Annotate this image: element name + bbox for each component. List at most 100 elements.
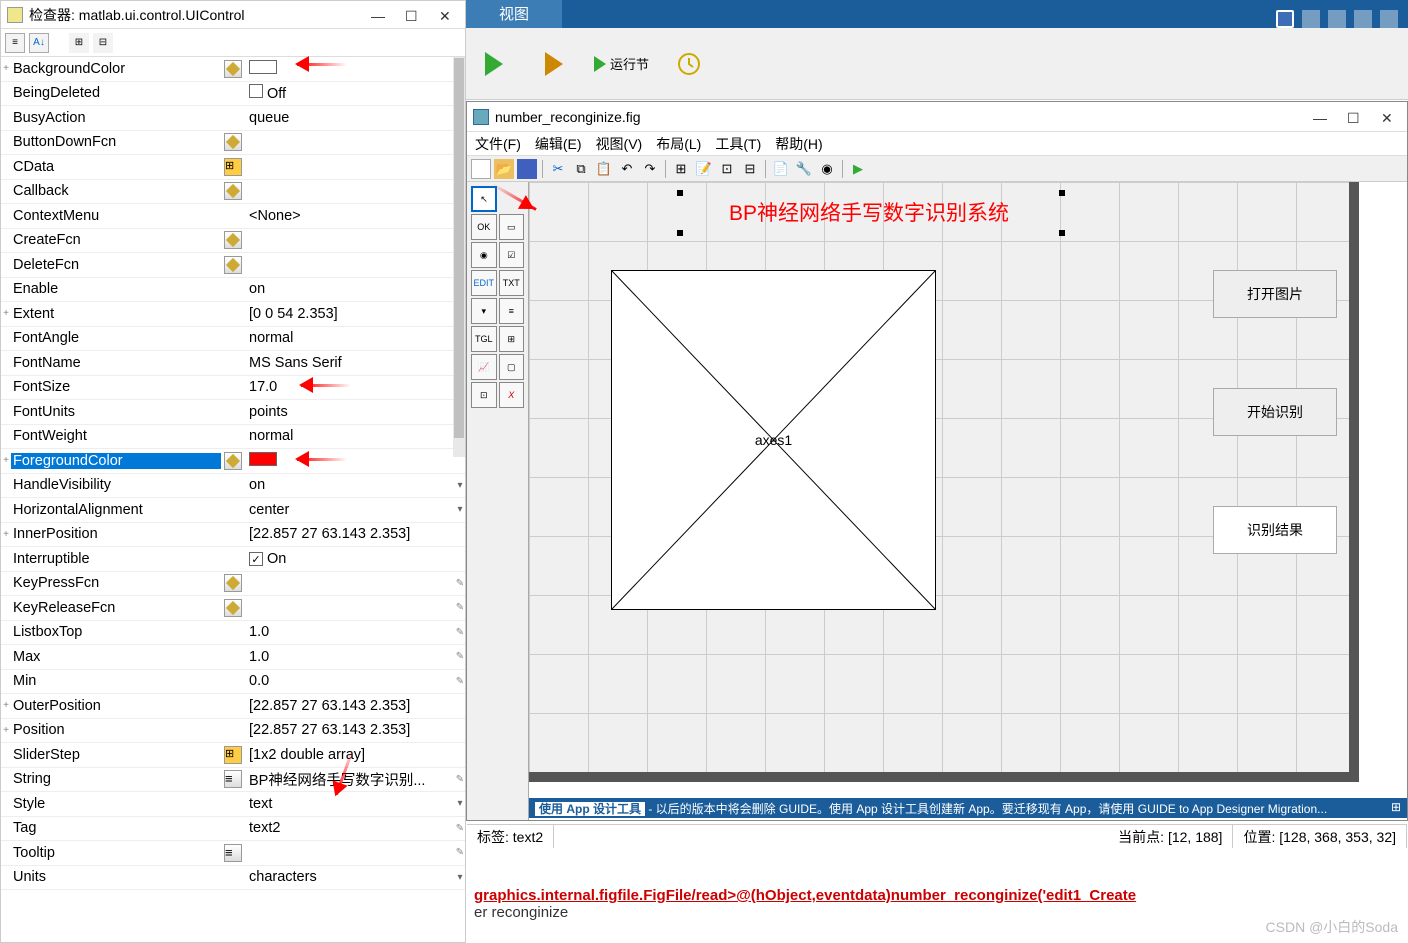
prop-value[interactable]: normal	[245, 330, 455, 346]
close-button[interactable]: ✕	[1381, 110, 1395, 124]
prop-row-keypressfcn[interactable]: KeyPressFcn✎	[1, 572, 465, 597]
copy-icon[interactable]	[1328, 10, 1346, 28]
prop-row-deletefcn[interactable]: DeleteFcn✎	[1, 253, 465, 278]
edit-pencil-icon[interactable]: ✎	[455, 578, 465, 589]
menu-layout[interactable]: 布局(L)	[656, 134, 701, 154]
prop-row-createfcn[interactable]: CreateFcn✎	[1, 229, 465, 254]
prop-row-position[interactable]: +Position[22.857 27 63.143 2.353]	[1, 719, 465, 744]
prop-value[interactable]: points	[245, 404, 455, 420]
pencil-icon[interactable]	[224, 574, 242, 592]
list-icon[interactable]: ≡	[224, 844, 242, 862]
result-edit[interactable]: 识别结果	[1213, 506, 1337, 554]
pencil-icon[interactable]	[224, 60, 242, 78]
edit-pencil-icon[interactable]: ✎	[455, 651, 465, 662]
prop-row-busyaction[interactable]: BusyActionqueue▾	[1, 106, 465, 131]
menu-editor-icon[interactable]: 📝	[694, 159, 714, 179]
prop-value[interactable]: characters	[245, 869, 455, 885]
radiobutton-tool[interactable]: ◉	[471, 242, 497, 268]
prop-row-outerposition[interactable]: +OuterPosition[22.857 27 63.143 2.353]	[1, 694, 465, 719]
alphabetize-icon[interactable]: A↓	[29, 33, 49, 53]
edit-pencil-icon[interactable]: ✎	[455, 627, 465, 638]
expand-toggle[interactable]: +	[1, 725, 11, 736]
expand-toggle[interactable]: +	[1, 455, 11, 466]
edit-pencil-icon[interactable]: ✎	[455, 676, 465, 687]
prop-value[interactable]: text2	[245, 820, 455, 836]
prop-row-enable[interactable]: Enableon▾	[1, 278, 465, 303]
togglebutton-tool[interactable]: TGL	[471, 326, 497, 352]
tab-view[interactable]: 视图	[466, 0, 562, 28]
grid-icon[interactable]: ⊞	[224, 746, 242, 764]
copy-icon[interactable]: ⧉	[571, 159, 591, 179]
prop-row-extent[interactable]: +Extent[0 0 54 2.353]	[1, 302, 465, 327]
minimize-button[interactable]: —	[1313, 110, 1327, 124]
checkbox[interactable]	[249, 84, 263, 98]
prop-row-cdata[interactable]: CData⊞✎	[1, 155, 465, 180]
prop-row-contextmenu[interactable]: ContextMenu<None>▾	[1, 204, 465, 229]
paste-icon[interactable]: 📋	[594, 159, 614, 179]
menu-view[interactable]: 视图(V)	[596, 134, 643, 154]
prop-row-fontsize[interactable]: FontSize17.0✎	[1, 376, 465, 401]
dropdown-arrow-icon[interactable]: ▾	[455, 872, 465, 883]
prop-value[interactable]: [1x2 double array]	[245, 747, 455, 763]
save-icon[interactable]	[1276, 10, 1294, 28]
prop-value[interactable]: [22.857 27 63.143 2.353]	[245, 698, 455, 714]
undo-icon[interactable]	[1380, 10, 1398, 28]
text2-control[interactable]: BP神经网络手写数字识别系统	[679, 192, 1059, 232]
prop-row-listboxtop[interactable]: ListboxTop1.0✎	[1, 621, 465, 646]
prop-value[interactable]: Off	[245, 84, 455, 102]
prop-value[interactable]: <None>	[245, 208, 455, 224]
pencil-icon[interactable]	[224, 182, 242, 200]
scrollbar[interactable]	[453, 57, 465, 457]
prop-value[interactable]: queue	[245, 110, 455, 126]
dropdown-arrow-icon[interactable]: ▾	[455, 798, 465, 809]
edit-pencil-icon[interactable]: ✎	[455, 847, 465, 858]
tab-order-icon[interactable]: ⊡	[717, 159, 737, 179]
activex-tool[interactable]: X	[499, 382, 525, 408]
prop-value[interactable]	[245, 452, 455, 470]
edittext-tool[interactable]: EDIT	[471, 270, 497, 296]
prop-value[interactable]: on	[245, 281, 455, 297]
prop-row-units[interactable]: Unitscharacters▾	[1, 866, 465, 891]
prop-value[interactable]: BP神经网络手写数字识别...	[245, 769, 455, 790]
popupmenu-tool[interactable]: ▾	[471, 298, 497, 324]
prop-row-fontangle[interactable]: FontAnglenormal▾	[1, 327, 465, 352]
prop-row-tooltip[interactable]: Tooltip≡✎	[1, 841, 465, 866]
maximize-button[interactable]: ☐	[405, 8, 419, 22]
maximize-button[interactable]: ☐	[1347, 110, 1361, 124]
menu-edit[interactable]: 编辑(E)	[535, 134, 582, 154]
close-button[interactable]: ✕	[439, 8, 453, 22]
expand-toggle[interactable]: +	[1, 63, 11, 74]
panel-tool[interactable]: ▢	[499, 354, 525, 380]
table-tool[interactable]: ⊞	[499, 326, 525, 352]
color-swatch[interactable]	[249, 452, 277, 466]
pencil-icon[interactable]	[224, 133, 242, 151]
prop-value[interactable]: On	[245, 551, 455, 567]
prop-value[interactable]: 1.0	[245, 649, 455, 665]
prop-row-keyreleasefcn[interactable]: KeyReleaseFcn✎	[1, 596, 465, 621]
new-icon[interactable]	[471, 159, 491, 179]
design-canvas[interactable]: BP神经网络手写数字识别系统 axes1 打开图片 开始识别 识别结果 使用 A…	[529, 182, 1407, 820]
prop-row-fontweight[interactable]: FontWeightnormal▾	[1, 425, 465, 450]
categorize-icon[interactable]: ≡	[5, 33, 25, 53]
checkbox[interactable]	[249, 552, 263, 566]
minimize-button[interactable]: —	[371, 8, 385, 22]
prop-value[interactable]: on	[245, 477, 455, 493]
expand-toggle[interactable]: +	[1, 700, 11, 711]
property-grid[interactable]: +BackgroundColorBeingDeletedOffBusyActio…	[1, 57, 465, 942]
prop-value[interactable]: text	[245, 796, 455, 812]
expand-icon[interactable]: ⊞	[69, 33, 89, 53]
start-recognize-button[interactable]: 开始识别	[1213, 388, 1337, 436]
prop-row-sliderstep[interactable]: SliderStep⊞[1x2 double array]	[1, 743, 465, 768]
prop-row-fontunits[interactable]: FontUnitspoints▾	[1, 400, 465, 425]
prop-row-interruptible[interactable]: InterruptibleOn	[1, 547, 465, 572]
prop-row-beingdeleted[interactable]: BeingDeletedOff	[1, 82, 465, 107]
prop-row-string[interactable]: String≡BP神经网络手写数字识别...✎	[1, 768, 465, 793]
prop-row-tag[interactable]: Tagtext2✎	[1, 817, 465, 842]
object-browser-icon[interactable]: ◉	[817, 159, 837, 179]
paste-icon[interactable]	[1354, 10, 1372, 28]
prop-row-innerposition[interactable]: +InnerPosition[22.857 27 63.143 2.353]	[1, 523, 465, 548]
open-icon[interactable]: 📂	[494, 159, 514, 179]
axes1-control[interactable]: axes1	[611, 270, 936, 610]
prop-value[interactable]	[245, 60, 455, 78]
migration-banner[interactable]: 使用 App 设计工具 - 以后的版本中将会删除 GUIDE。使用 App 设计…	[529, 798, 1407, 818]
